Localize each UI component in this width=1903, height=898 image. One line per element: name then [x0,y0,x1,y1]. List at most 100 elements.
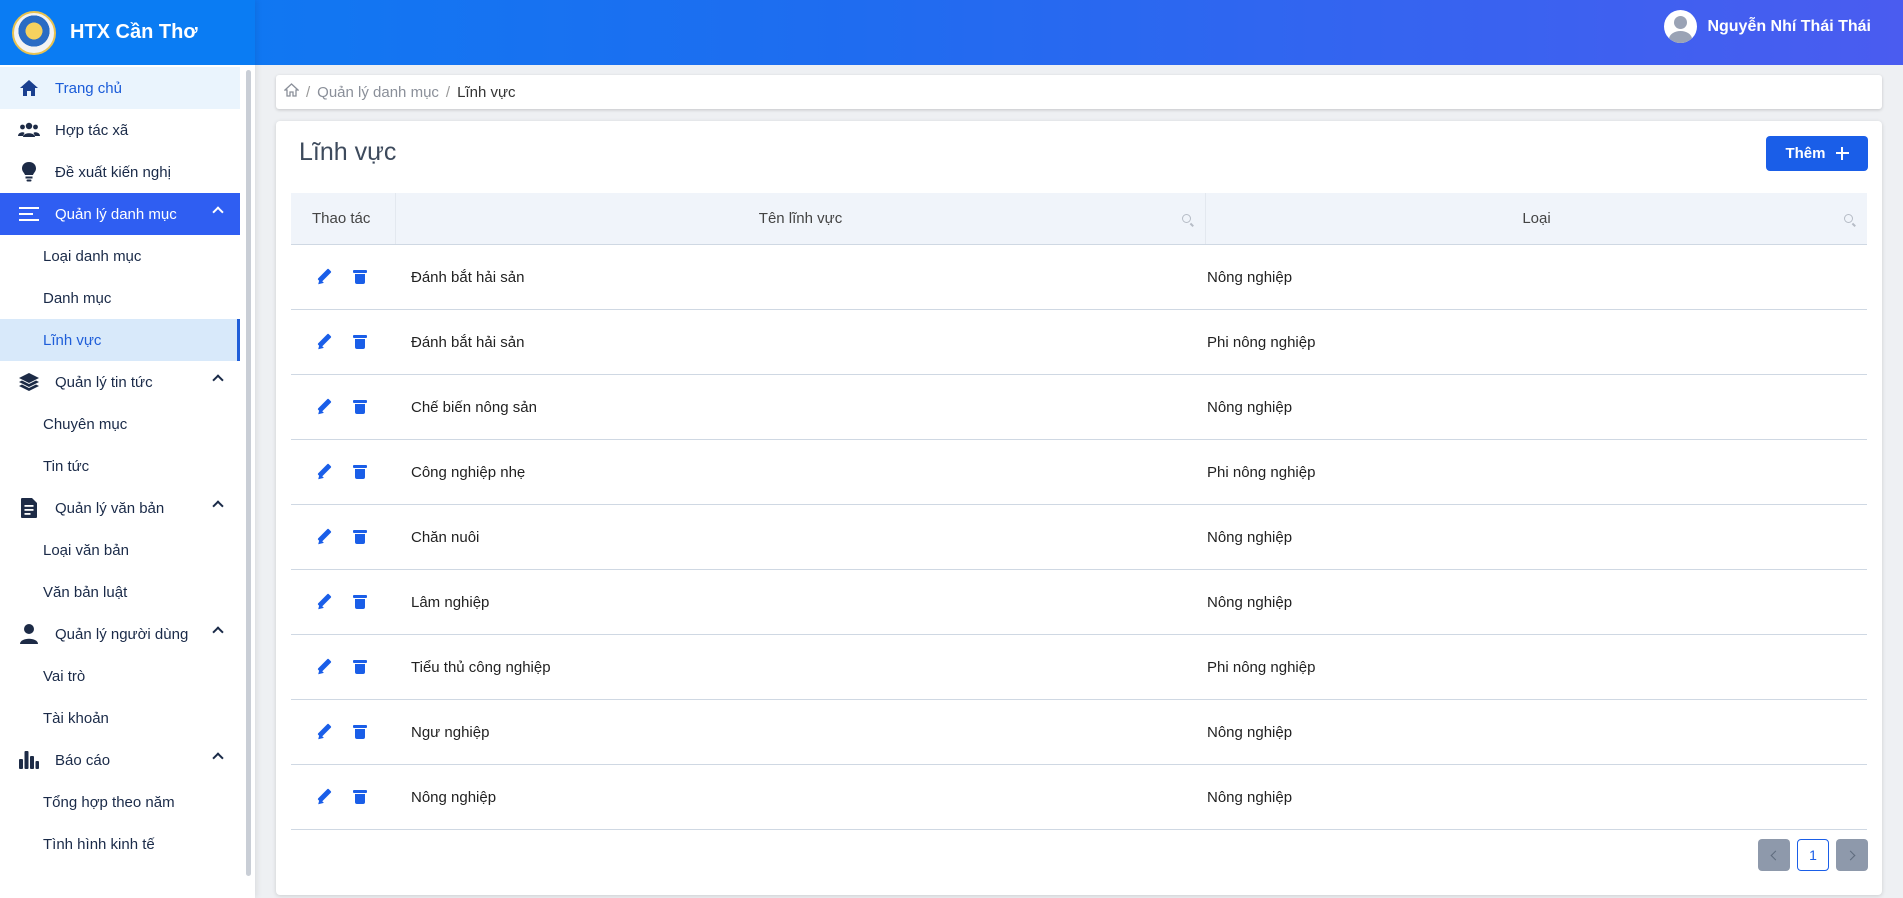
brand-title: HTX Cần Thơ [70,21,198,43]
edit-icon[interactable] [316,399,332,415]
cell-field-type: Nông nghiệp [1207,593,1293,611]
sidebar-item-fields[interactable]: Lĩnh vực [0,319,240,361]
page-title: Lĩnh vực [299,138,397,166]
cell-field-type: Nông nghiệp [1207,788,1293,806]
cell-field-name: Chăn nuôi [411,528,480,546]
user-avatar-icon [1664,10,1698,43]
row-actions [291,724,395,740]
cell-field-type: Phi nông nghiệp [1207,463,1316,481]
delete-icon[interactable] [353,595,367,609]
main-card: Lĩnh vực Thêm Thao tác Tên lĩnh vực Loại… [276,121,1882,895]
page-number-button[interactable]: 1 [1797,839,1829,871]
breadcrumb-separator: / [445,83,451,101]
row-actions [291,659,395,675]
sidebar-scrollbar[interactable] [246,70,251,876]
edit-icon[interactable] [316,464,332,480]
cell-field-type: Nông nghiệp [1207,268,1293,286]
delete-icon[interactable] [353,400,367,414]
cell-field-name: Đánh bắt hải sản [411,268,525,286]
sidebar-group-reports[interactable]: Báo cáo [0,739,240,781]
sidebar-item-economic-status[interactable]: Tình hình kinh tế [0,823,240,865]
table-header: Thao tác Tên lĩnh vực Loại [291,193,1867,245]
delete-icon[interactable] [353,465,367,479]
user-icon [18,623,40,645]
cell-field-type: Phi nông nghiệp [1207,333,1316,351]
cell-field-type: Phi nông nghiệp [1207,658,1316,676]
edit-icon[interactable] [316,334,332,350]
sidebar-item-legal-documents[interactable]: Văn bản luật [0,571,240,613]
brand[interactable]: HTX Cần Thơ [0,0,255,65]
row-actions [291,269,395,285]
user-name: Nguyễn Nhí Thái Thái [1707,17,1871,35]
logo [12,10,56,55]
add-button[interactable]: Thêm [1766,136,1868,171]
edit-icon[interactable] [316,269,332,285]
next-page-button[interactable] [1836,839,1868,871]
sidebar-item-catalog-types[interactable]: Loại danh mục [0,235,240,277]
sidebar-item-proposals[interactable]: Đề xuất kiến nghị [0,151,240,193]
sidebar-item-cooperatives[interactable]: Hợp tác xã [0,109,240,151]
layers-icon [18,371,40,393]
sidebar-group-label: Báo cáo [55,751,111,769]
user-menu[interactable]: Nguyễn Nhí Thái Thái [1664,10,1871,43]
chevron-up-icon [212,500,224,512]
sidebar-item-roles[interactable]: Vai trò [0,655,240,697]
sidebar-group-users[interactable]: Quản lý người dùng [0,613,240,655]
sidebar-item-news[interactable]: Tin tức [0,445,240,487]
sidebar-group-news[interactable]: Quản lý tin tức [0,361,240,403]
delete-icon[interactable] [353,530,367,544]
edit-icon[interactable] [316,529,332,545]
chevron-up-icon [212,206,224,218]
cell-field-name: Công nghiệp nhẹ [411,463,526,481]
sidebar-item-document-types[interactable]: Loại văn bản [0,529,240,571]
home-icon[interactable] [283,83,300,101]
menu-lines-icon [18,203,40,225]
edit-icon[interactable] [316,789,332,805]
table-row: Chăn nuôi Nông nghiệp [291,505,1867,570]
breadcrumb-current: Lĩnh vực [457,83,516,101]
sidebar-group-documents[interactable]: Quản lý văn bản [0,487,240,529]
table-row: Tiểu thủ công nghiệp Phi nông nghiệp [291,635,1867,700]
cell-field-name: Chế biến nông sản [411,398,537,416]
cell-field-name: Đánh bắt hải sản [411,333,525,351]
delete-icon[interactable] [353,335,367,349]
edit-icon[interactable] [316,724,332,740]
sidebar: HTX Cần Thơ Trang chủ Hợp tác xã Đề xuất… [0,0,255,898]
sidebar-menu: Trang chủ Hợp tác xã Đề xuất kiến nghị Q… [0,67,240,865]
row-actions [291,594,395,610]
edit-icon[interactable] [316,659,332,675]
chevron-right-icon [1845,850,1856,860]
sidebar-item-news-categories[interactable]: Chuyên mục [0,403,240,445]
breadcrumb-parent[interactable]: Quản lý danh mục [317,84,439,101]
delete-icon[interactable] [353,790,367,804]
home-icon [18,77,40,99]
column-header-label: Tên lĩnh vực [758,210,843,227]
cell-field-name: Tiểu thủ công nghiệp [411,658,551,676]
sidebar-item-catalog[interactable]: Danh mục [0,277,240,319]
breadcrumb-separator: / [306,83,311,101]
lightbulb-icon [18,161,40,183]
sidebar-group-catalog[interactable]: Quản lý danh mục [0,193,240,235]
sidebar-item-label: Đề xuất kiến nghị [55,163,171,181]
table-row: Đánh bắt hải sản Nông nghiệp [291,245,1867,310]
sidebar-item-yearly-summary[interactable]: Tổng hợp theo năm [0,781,240,823]
sidebar-group-label: Quản lý danh mục [55,205,177,223]
table-row: Ngư nghiệp Nông nghiệp [291,700,1867,765]
sidebar-item-label: Trang chủ [55,79,122,97]
prev-page-button[interactable] [1758,839,1790,871]
cell-field-name: Lâm nghiệp [411,593,490,611]
delete-icon[interactable] [353,270,367,284]
sidebar-group-label: Quản lý tin tức [55,373,153,391]
delete-icon[interactable] [353,660,367,674]
column-header-type[interactable]: Loại [1205,193,1867,244]
delete-icon[interactable] [353,725,367,739]
search-icon[interactable] [1182,214,1191,223]
cell-field-name: Ngư nghiệp [411,723,490,741]
column-header-name[interactable]: Tên lĩnh vực [395,193,1205,244]
fields-table: Thao tác Tên lĩnh vực Loại Đánh bắt hải … [291,193,1867,830]
search-icon[interactable] [1844,214,1853,223]
row-actions [291,529,395,545]
sidebar-item-home[interactable]: Trang chủ [0,67,240,109]
sidebar-item-accounts[interactable]: Tài khoản [0,697,240,739]
edit-icon[interactable] [316,594,332,610]
